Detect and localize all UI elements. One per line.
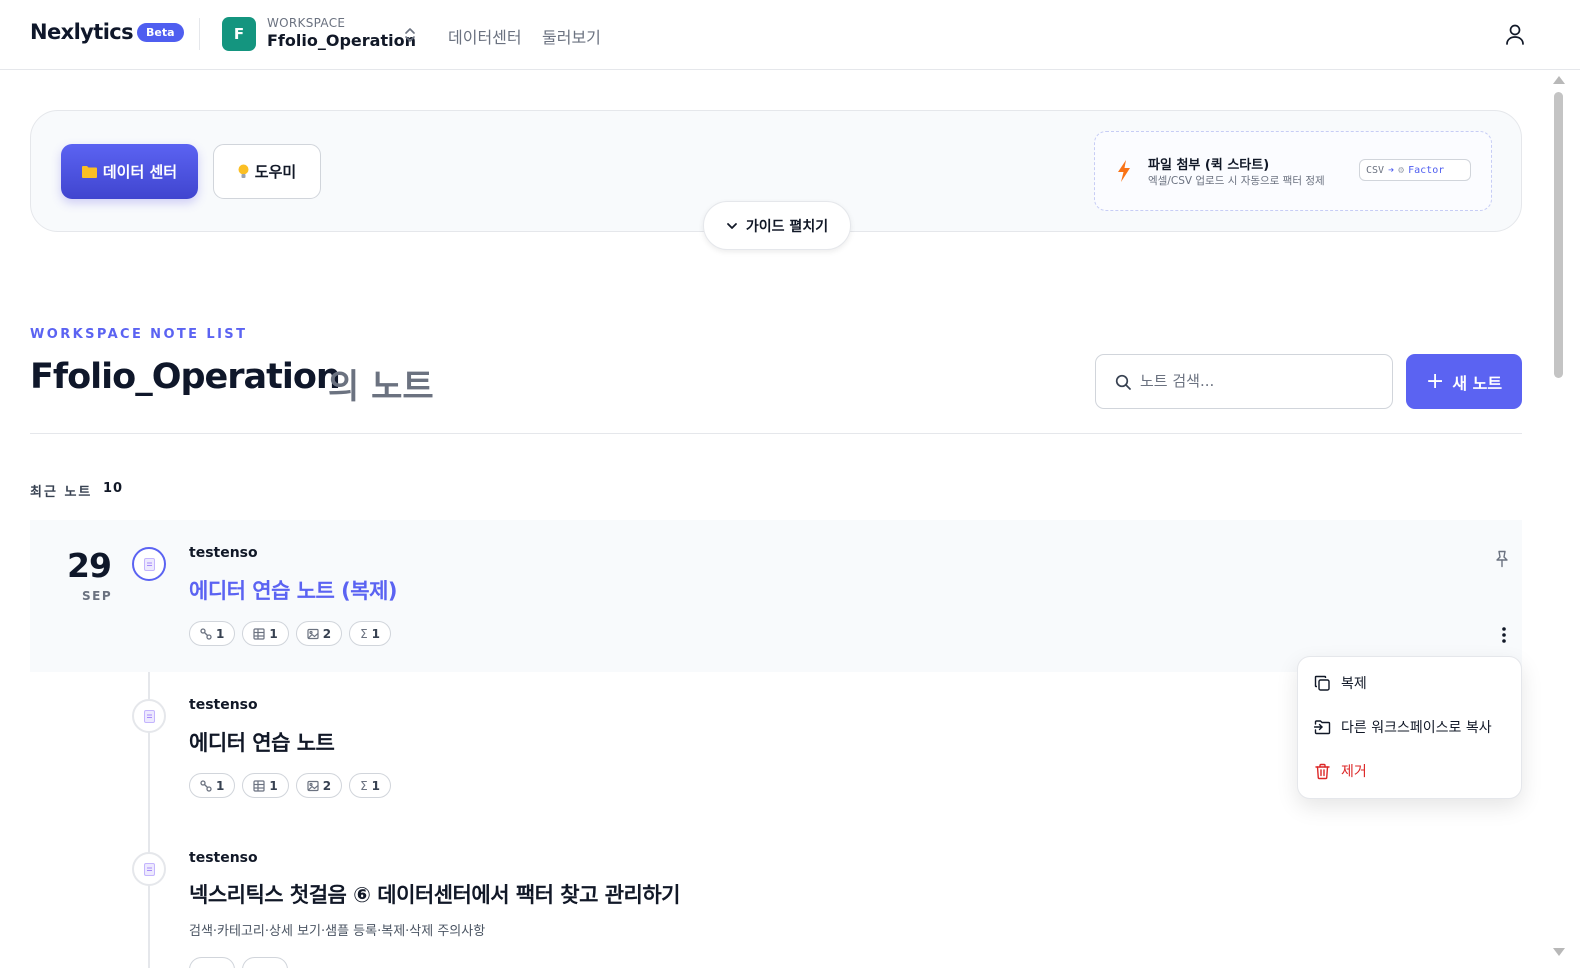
scroll-down-arrow-icon[interactable] [1553, 948, 1565, 956]
chevron-down-icon [727, 222, 737, 229]
tables-count: 1 [269, 626, 278, 641]
workspace-label: WORKSPACE [267, 16, 346, 30]
folder-move-icon [1314, 719, 1331, 734]
sigma-icon: Σ [360, 778, 368, 793]
help-button-label: 도우미 [254, 163, 297, 181]
stat-chip [242, 957, 288, 968]
quick-start-subtitle: 엑셀/CSV 업로드 시 자동으로 팩터 정제 [1148, 175, 1325, 187]
sigma-icon: Σ [360, 626, 368, 641]
header-divider [199, 18, 200, 50]
chip-csv-label: CSV [1366, 164, 1385, 176]
note-author: testenso [189, 697, 258, 713]
user-icon[interactable] [1504, 23, 1526, 45]
trash-icon [1315, 763, 1330, 779]
timeline-node [132, 699, 166, 733]
tables-chip: 1 [242, 621, 289, 646]
quick-start-title: 파일 첨부 (퀵 스타트) [1148, 158, 1270, 173]
tables-count: 1 [269, 778, 278, 793]
formulas-chip: Σ 1 [349, 621, 392, 646]
stat-chip [189, 957, 235, 968]
image-icon [307, 780, 319, 791]
page-title: Ffolio_Operation [30, 357, 341, 397]
links-chip: 1 [189, 773, 236, 798]
workspace-name[interactable]: Ffolio_Operation [267, 31, 416, 50]
chip-factor-label: Factor [1408, 164, 1445, 176]
menu-duplicate-label: 복제 [1341, 676, 1367, 692]
formulas-chip: Σ 1 [349, 773, 392, 798]
timeline-node [132, 547, 166, 581]
folder-icon [81, 166, 97, 178]
data-center-button-label: 데이터 센터 [102, 163, 178, 181]
note-stat-chips: 1 1 2 Σ 1 [189, 773, 392, 798]
link-icon [200, 779, 212, 792]
images-chip: 2 [295, 773, 343, 798]
menu-copy-to-workspace-label: 다른 워크스페이스로 복사 [1341, 720, 1492, 736]
links-count: 1 [216, 626, 225, 641]
recent-notes-count: 10 [103, 481, 124, 496]
divider [30, 433, 1522, 434]
note-description: 검색·카테고리·상세 보기·샘플 등록·복제·삭제 주의사항 [189, 924, 486, 939]
images-chip: 2 [295, 621, 343, 646]
copy-icon [1314, 675, 1330, 691]
timeline-node [132, 852, 166, 886]
formulas-count: 1 [371, 778, 381, 793]
note-date-month: SEP [82, 589, 113, 603]
scrollbar[interactable] [1551, 70, 1566, 968]
brand-logo[interactable]: Nexlytics [30, 20, 134, 44]
pin-icon[interactable] [1494, 550, 1510, 568]
tables-chip: 1 [242, 773, 289, 798]
image-icon [307, 628, 319, 639]
links-count: 1 [216, 778, 225, 793]
nav-data-center[interactable]: 데이터센터 [448, 24, 522, 48]
images-count: 2 [322, 626, 332, 641]
search-icon [1115, 374, 1131, 390]
new-note-label: 새 노트 [1452, 373, 1503, 393]
gear-icon: ⚙ [1398, 164, 1405, 176]
expand-guide-label: 가이드 펼치기 [745, 218, 829, 235]
help-button[interactable]: 도우미 [213, 144, 321, 199]
workspace-avatar[interactable]: F [222, 17, 256, 51]
note-context-menu: 복제 다른 워크스페이스로 복사 제거 [1297, 656, 1522, 799]
note-title[interactable]: 에디터 연습 노트 (복제) [189, 575, 398, 605]
plus-icon: + [1425, 368, 1445, 394]
section-eyebrow: WORKSPACE NOTE LIST [30, 327, 248, 342]
note-title[interactable]: 에디터 연습 노트 [189, 727, 335, 757]
formulas-count: 1 [371, 626, 381, 641]
scroll-up-arrow-icon[interactable] [1553, 76, 1565, 84]
note-title[interactable]: 넥스리틱스 첫걸음 ⑥ 데이터센터에서 팩터 찾고 관리하기 [189, 879, 681, 909]
menu-remove-label: 제거 [1341, 764, 1367, 780]
lightning-icon [1118, 160, 1130, 182]
nav-explore[interactable]: 둘러보기 [542, 24, 601, 48]
note-stat-chips: 1 1 2 Σ 1 [189, 621, 392, 646]
recent-notes-label: 최근 노트 [30, 485, 93, 500]
menu-item-remove[interactable]: 제거 [1314, 760, 1367, 782]
note-date-day: 29 [67, 546, 112, 585]
document-icon [143, 557, 155, 571]
expand-guide-button[interactable]: 가이드 펼치기 [703, 201, 851, 250]
note-author: testenso [189, 545, 258, 561]
note-search-input[interactable] [1140, 368, 1380, 394]
new-note-button[interactable]: + 새 노트 [1406, 354, 1522, 409]
link-icon [200, 627, 212, 640]
csv-to-factor-chip: CSV ➔ ⚙ Factor [1359, 159, 1471, 181]
note-author: testenso [189, 850, 258, 866]
beta-badge: Beta [137, 23, 184, 42]
scroll-thumb[interactable] [1554, 92, 1563, 378]
more-options-icon[interactable] [1501, 626, 1507, 644]
data-center-button[interactable]: 데이터 센터 [61, 144, 198, 199]
table-icon [253, 627, 265, 640]
lightbulb-icon [238, 164, 249, 178]
document-icon [143, 862, 155, 876]
links-chip: 1 [189, 621, 236, 646]
top-header: Nexlytics Beta F WORKSPACE Ffolio_Operat… [0, 0, 1580, 70]
menu-item-copy-to-workspace[interactable]: 다른 워크스페이스로 복사 [1314, 716, 1492, 738]
workspace-switch-icon[interactable] [402, 26, 418, 44]
images-count: 2 [322, 778, 332, 793]
document-icon [143, 709, 155, 723]
menu-item-duplicate[interactable]: 복제 [1314, 672, 1367, 694]
table-icon [253, 779, 265, 792]
arrow-right-icon: ➔ [1388, 164, 1395, 176]
note-stat-chips [189, 957, 288, 968]
page-title-suffix: 의 노트 [328, 367, 434, 407]
